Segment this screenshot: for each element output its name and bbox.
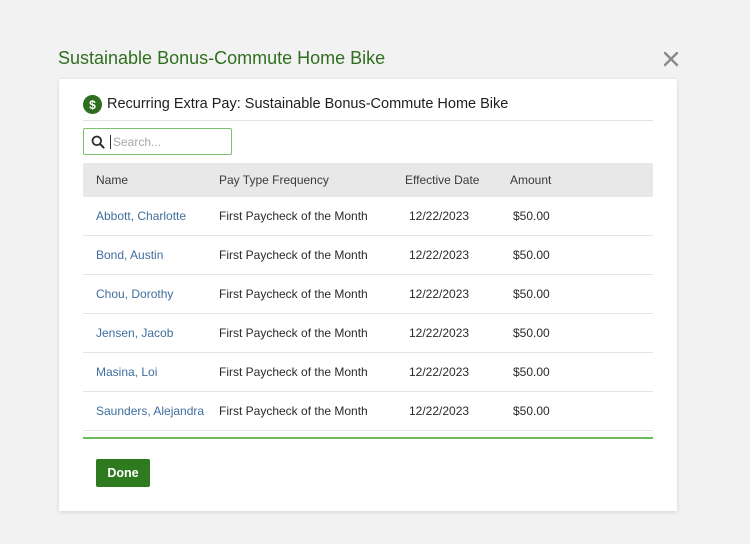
- employee-name-link[interactable]: Saunders, Alejandra: [96, 404, 204, 418]
- search-box[interactable]: [83, 128, 232, 155]
- amount: $50.00: [513, 287, 550, 301]
- effective-date: 12/22/2023: [409, 248, 470, 262]
- employee-name-link[interactable]: Abbott, Charlotte: [96, 209, 186, 223]
- effective-date: 12/22/2023: [409, 287, 470, 301]
- table-header: Name Pay Type Frequency Effective Date A…: [83, 163, 653, 197]
- header-name[interactable]: Name: [83, 173, 219, 187]
- table-row: Bond, Austin First Paycheck of the Month…: [83, 236, 653, 275]
- pay-frequency: First Paycheck of the Month: [219, 287, 368, 301]
- pay-frequency: First Paycheck of the Month: [219, 326, 368, 340]
- dialog-card: $ Recurring Extra Pay: Sustainable Bonus…: [59, 79, 677, 511]
- search-icon: [86, 135, 110, 149]
- effective-date: 12/22/2023: [409, 404, 470, 418]
- header-amount[interactable]: Amount: [510, 173, 610, 187]
- amount: $50.00: [513, 404, 550, 418]
- close-icon: [663, 51, 679, 67]
- amount: $50.00: [513, 248, 550, 262]
- pay-frequency: First Paycheck of the Month: [219, 209, 368, 223]
- amount: $50.00: [513, 209, 550, 223]
- amount: $50.00: [513, 326, 550, 340]
- effective-date: 12/22/2023: [409, 365, 470, 379]
- pay-frequency: First Paycheck of the Month: [219, 248, 368, 262]
- footer-divider: [83, 437, 653, 439]
- close-button[interactable]: [661, 49, 681, 69]
- employee-name-link[interactable]: Bond, Austin: [96, 248, 163, 262]
- employee-name-link[interactable]: Masina, Loi: [96, 365, 157, 379]
- pay-frequency: First Paycheck of the Month: [219, 404, 368, 418]
- search-input[interactable]: [110, 134, 225, 149]
- table-row: Jensen, Jacob First Paycheck of the Mont…: [83, 314, 653, 353]
- table-row: Chou, Dorothy First Paycheck of the Mont…: [83, 275, 653, 314]
- header-frequency[interactable]: Pay Type Frequency: [219, 173, 405, 187]
- header-effective-date[interactable]: Effective Date: [405, 173, 510, 187]
- pay-frequency: First Paycheck of the Month: [219, 365, 368, 379]
- effective-date: 12/22/2023: [409, 326, 470, 340]
- effective-date: 12/22/2023: [409, 209, 470, 223]
- card-header-title: Recurring Extra Pay: Sustainable Bonus-C…: [107, 96, 509, 112]
- modal-title: Sustainable Bonus-Commute Home Bike: [58, 48, 386, 68]
- employee-name-link[interactable]: Chou, Dorothy: [96, 287, 173, 301]
- amount: $50.00: [513, 365, 550, 379]
- recipients-table: Name Pay Type Frequency Effective Date A…: [83, 163, 653, 431]
- done-button[interactable]: Done: [96, 459, 150, 487]
- dollar-icon: $: [83, 95, 102, 114]
- employee-name-link[interactable]: Jensen, Jacob: [96, 326, 173, 340]
- table-row: Masina, Loi First Paycheck of the Month …: [83, 353, 653, 392]
- card-header: $ Recurring Extra Pay: Sustainable Bonus…: [83, 95, 653, 121]
- table-row: Saunders, Alejandra First Paycheck of th…: [83, 392, 653, 431]
- table-row: Abbott, Charlotte First Paycheck of the …: [83, 197, 653, 236]
